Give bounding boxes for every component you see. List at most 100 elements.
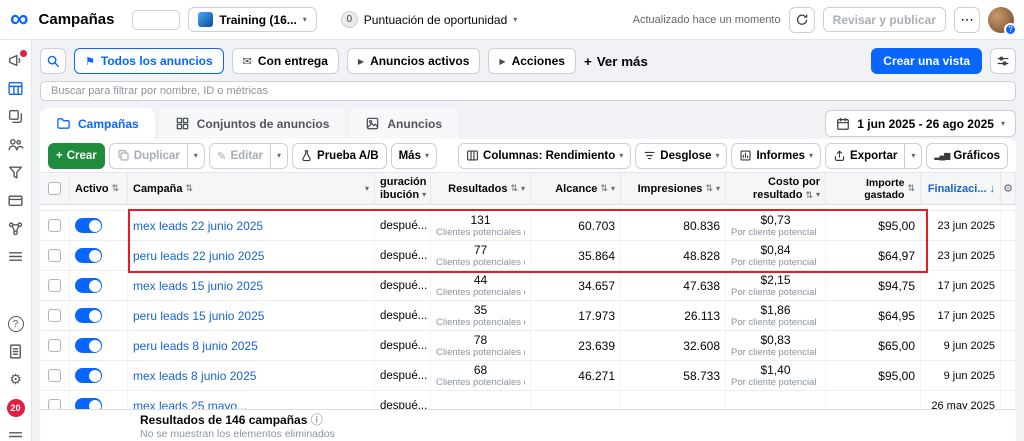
duplicate-button[interactable]: Duplicar: [108, 142, 188, 169]
campaign-name-link[interactable]: peru leads 15 junio 2025: [133, 309, 264, 323]
sort-icon[interactable]: ⇅: [186, 183, 194, 194]
avatar[interactable]: ?: [988, 6, 1017, 36]
sidebar-item-segments[interactable]: [7, 164, 25, 181]
sort-icon[interactable]: ⇅: [510, 183, 518, 194]
reach-cell: [531, 391, 621, 409]
filter-settings-button[interactable]: [990, 48, 1016, 74]
row-checkbox[interactable]: [48, 219, 61, 232]
campaign-name-link[interactable]: mex leads 8 junio 2025: [133, 369, 256, 383]
funnel-icon: [8, 166, 23, 179]
column-header-attribution[interactable]: guración ibución ▾: [375, 173, 431, 204]
more-menu-button[interactable]: Más ▾: [390, 142, 437, 169]
filter-chip-delivery[interactable]: ✉ Con entrega: [231, 48, 339, 74]
gear-icon[interactable]: ⚙: [1003, 182, 1013, 195]
sidebar-item-notifications[interactable]: [7, 50, 27, 69]
filter-caret-icon[interactable]: ▾: [365, 184, 369, 193]
campaign-name-link[interactable]: mex leads 22 junio 2025: [133, 219, 263, 233]
sidebar-item-help[interactable]: ?: [7, 316, 25, 332]
more-options-button[interactable]: ⋯: [954, 6, 980, 33]
refresh-button[interactable]: [788, 6, 815, 33]
row-checkbox[interactable]: [48, 309, 61, 322]
main-content: ⚑ Todos los anuncios ✉ Con entrega ▶ Anu…: [32, 40, 1024, 441]
filter-caret-icon[interactable]: ▾: [611, 184, 615, 193]
duplicate-caret-button[interactable]: ▾: [187, 142, 205, 169]
date-range-picker[interactable]: 1 jun 2025 - 26 ago 2025 ▾: [825, 110, 1016, 137]
sidebar-item-settings[interactable]: ⚙: [7, 371, 25, 388]
sort-icon[interactable]: ⇅: [805, 190, 813, 200]
create-view-button[interactable]: Crear una vista: [871, 48, 982, 74]
column-header-results[interactable]: Resultados ⇅ ▾: [431, 173, 531, 204]
chip-label: Todos los anuncios: [100, 54, 213, 68]
filter-caret-icon[interactable]: ▾: [716, 184, 720, 193]
ab-test-button[interactable]: Prueba A/B: [292, 142, 387, 169]
sidebar-item-events[interactable]: [7, 220, 25, 237]
active-toggle[interactable]: [75, 278, 102, 293]
chevron-down-icon: ▾: [715, 151, 720, 160]
filter-chip-active-ads[interactable]: ▶ Anuncios activos: [346, 48, 481, 74]
column-header-reach[interactable]: Alcance ⇅ ▾: [531, 173, 621, 204]
sort-icon[interactable]: ⇅: [907, 183, 915, 194]
active-toggle[interactable]: [75, 338, 102, 353]
table-search-input[interactable]: [40, 81, 1016, 101]
active-toggle[interactable]: [75, 368, 102, 383]
filter-chip-all-ads[interactable]: ⚑ Todos los anuncios: [74, 48, 224, 74]
export-caret-button[interactable]: ▾: [905, 142, 923, 169]
filter-caret-icon[interactable]: ▾: [422, 190, 426, 199]
sort-icon[interactable]: ⇅: [705, 183, 713, 194]
impressions-cell: 26.113: [621, 301, 726, 330]
tab-campaigns[interactable]: Campañas: [40, 108, 155, 139]
edit-button[interactable]: ✎ Editar: [208, 142, 272, 169]
campaign-name-link[interactable]: mex leads 25 mayo...: [133, 399, 247, 410]
column-header-impressions[interactable]: Impresiones ⇅ ▾: [621, 173, 726, 204]
row-checkbox[interactable]: [48, 399, 61, 409]
see-more-button[interactable]: + Ver más: [584, 54, 648, 69]
info-icon[interactable]: ⓘ: [311, 413, 323, 427]
active-toggle[interactable]: [75, 248, 102, 263]
sidebar-item-bottom[interactable]: [7, 428, 25, 441]
row-checkbox[interactable]: [48, 369, 61, 382]
review-publish-button[interactable]: Revisar y publicar: [822, 7, 946, 32]
sidebar-item-docs[interactable]: [7, 343, 25, 360]
tab-ads[interactable]: Anuncios: [349, 108, 459, 139]
row-checkbox[interactable]: [48, 339, 61, 352]
campaign-name-link[interactable]: peru leads 8 junio 2025: [133, 339, 258, 353]
columns-button[interactable]: Columnas: Rendimiento ▾: [458, 142, 632, 169]
sidebar-item-all-tools[interactable]: [7, 248, 25, 265]
active-toggle[interactable]: [75, 398, 102, 409]
column-header-campaign[interactable]: Campaña ⇅ ▾: [128, 173, 375, 204]
quick-search-box[interactable]: [132, 9, 181, 30]
column-header-amount-spent[interactable]: Importe gastado ⇅: [826, 173, 921, 204]
credit-card-icon: [8, 195, 23, 206]
column-header-cost-per-result[interactable]: Costo por resultado ⇅ ▾: [726, 173, 826, 204]
column-header-end-date[interactable]: Finalizaci... ↓: [921, 173, 1001, 204]
campaign-name-link[interactable]: mex leads 15 junio 2025: [133, 279, 263, 293]
sidebar-item-alerts[interactable]: 20: [6, 399, 25, 417]
charts-button[interactable]: ▂▄▆ Gráficos: [926, 142, 1008, 169]
tab-ad-sets[interactable]: Conjuntos de anuncios: [158, 108, 346, 139]
opportunity-score-dropdown[interactable]: 0 Puntuación de oportunidad ▾: [340, 11, 517, 28]
sidebar-item-campaigns[interactable]: [7, 80, 25, 97]
column-header-active[interactable]: Activo ⇅: [70, 173, 128, 204]
row-checkbox[interactable]: [48, 249, 61, 262]
sort-icon[interactable]: ⇅: [112, 183, 120, 194]
row-checkbox[interactable]: [48, 279, 61, 292]
filter-caret-icon[interactable]: ▾: [521, 184, 525, 193]
sidebar-item-posts[interactable]: [7, 108, 25, 125]
sidebar-item-billing[interactable]: [7, 192, 25, 209]
export-button[interactable]: Exportar: [825, 142, 906, 169]
search-button[interactable]: [40, 48, 66, 74]
breakdown-button[interactable]: Desglose ▾: [635, 142, 728, 169]
active-toggle[interactable]: [75, 218, 102, 233]
edit-caret-button[interactable]: ▾: [271, 142, 289, 169]
create-button[interactable]: + Crear: [48, 142, 105, 169]
filter-chip-actions[interactable]: ▶ Acciones: [488, 48, 576, 74]
account-selector[interactable]: Training (16... ▾: [188, 7, 317, 32]
sidebar-item-audiences[interactable]: [7, 136, 25, 153]
filter-caret-icon[interactable]: ▾: [816, 190, 820, 199]
active-toggle[interactable]: [75, 308, 102, 323]
sort-icon[interactable]: ⇅: [600, 183, 608, 194]
campaign-name-link[interactable]: peru leads 22 junio 2025: [133, 249, 264, 263]
campaign-cell: peru leads 22 junio 2025: [128, 241, 375, 270]
reports-button[interactable]: Informes ▾: [731, 142, 822, 169]
select-all-checkbox[interactable]: [48, 182, 61, 195]
